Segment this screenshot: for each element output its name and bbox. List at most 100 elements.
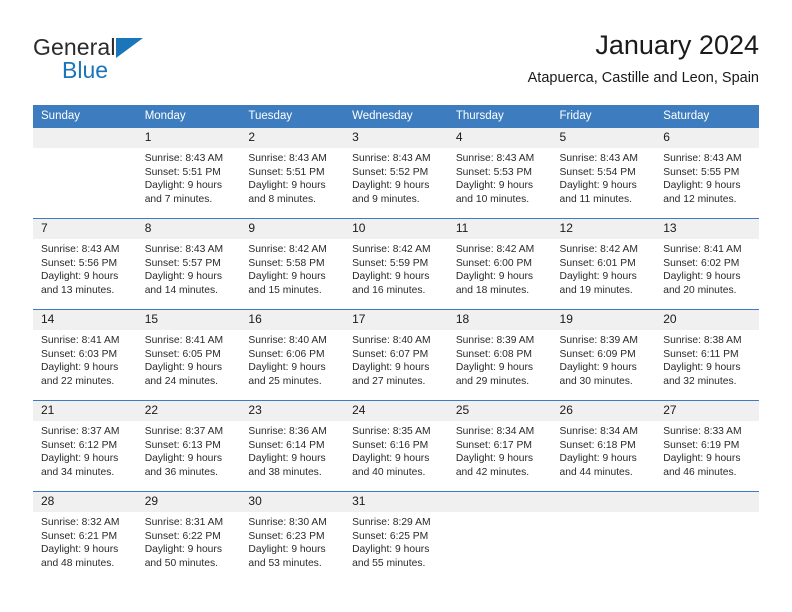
calendar-day-cell[interactable]: 25 Sunrise: 8:34 AM Sunset: 6:17 PM Dayligh… [447,400,552,492]
calendar-day-cell[interactable]: 21 Sunrise: 8:37 AM Sunset: 6:12 PM Dayligh… [33,400,137,492]
day-number: 13 [655,219,759,239]
weekday-header-tuesday: Tuesday [240,105,345,128]
sunset-time: Sunset: 6:00 PM [455,257,532,269]
day-number: 6 [655,128,759,148]
calendar-header-row: Sunday Monday Tuesday Wednesday Thursday… [33,105,759,128]
daylight-duration-line1: Daylight: 9 hours [248,544,326,556]
sunrise-time: Sunrise: 8:39 AM [455,335,535,346]
day-number: 11 [447,219,552,239]
calendar-day-cell[interactable]: 28 Sunrise: 8:32 AM Sunset: 6:21 PM Dayligh… [33,491,137,582]
weekday-header-saturday: Saturday [655,105,759,128]
calendar-day-cell[interactable]: 5 Sunrise: 8:43 AM Sunset: 5:54 PM Daylight… [551,127,656,219]
sunrise-time: Sunrise: 8:42 AM [352,244,431,255]
day-sun-info: Sunrise: 8:41 AM Sunset: 6:05 PM Daylight:… [137,330,241,388]
day-number: 21 [33,401,137,421]
calendar-day-cell[interactable]: 2 Sunrise: 8:43 AM Sunset: 5:51 PM Daylight… [240,127,345,219]
daylight-duration-line2: and 12 minutes. [663,193,737,205]
daylight-duration-line2: and 53 minutes. [248,557,322,569]
sunset-time: Sunset: 6:06 PM [248,348,325,360]
daylight-duration-line2: and 13 minutes. [41,284,115,296]
calendar-day-cell[interactable]: 4 Sunrise: 8:43 AM Sunset: 5:53 PM Daylight… [447,127,552,219]
daylight-duration-line1: Daylight: 9 hours [144,362,222,374]
day-sun-info: Sunrise: 8:39 AM Sunset: 6:08 PM Daylight:… [448,330,552,388]
calendar-day-cell[interactable]: 1 Sunrise: 8:43 AM Sunset: 5:51 PM Daylight… [136,127,241,219]
calendar-day-cell[interactable]: 29 Sunrise: 8:31 AM Sunset: 6:22 PM Dayligh… [136,491,241,582]
daylight-duration-line1: Daylight: 9 hours [248,362,326,374]
calendar-page: General Blue January 2024 Atapuerca, Cas… [0,0,792,612]
calendar-day-cell[interactable]: 3 Sunrise: 8:43 AM Sunset: 5:52 PM Daylight… [344,127,448,219]
sunrise-time: Sunrise: 8:34 AM [559,426,638,437]
calendar-day-cell[interactable]: 23 Sunrise: 8:36 AM Sunset: 6:14 PM Dayligh… [240,400,345,492]
sunrise-time: Sunrise: 8:42 AM [559,244,638,255]
sunrise-time: Sunrise: 8:41 AM [144,335,224,346]
calendar-day-cell[interactable]: 10 Sunrise: 8:42 AM Sunset: 5:59 PM Dayligh… [344,218,448,310]
calendar-day-cell[interactable]: 26 Sunrise: 8:34 AM Sunset: 6:18 PM Dayligh… [551,400,656,492]
calendar-day-cell[interactable]: 20 Sunrise: 8:38 AM Sunset: 6:11 PM Dayligh… [655,309,759,401]
day-sun-info: Sunrise: 8:34 AM Sunset: 6:17 PM Daylight:… [448,421,552,479]
calendar-day-cell[interactable]: 24 Sunrise: 8:35 AM Sunset: 6:16 PM Dayligh… [344,400,448,492]
daylight-duration-line1: Daylight: 9 hours [352,544,430,556]
day-number [33,128,137,148]
daylight-duration-line1: Daylight: 9 hours [663,453,741,465]
daylight-duration-line2: and 14 minutes. [144,284,218,296]
daylight-duration-line2: and 11 minutes. [559,193,633,205]
day-sun-info: Sunrise: 8:43 AM Sunset: 5:54 PM Daylight:… [552,148,656,206]
sunset-time: Sunset: 5:57 PM [144,257,221,269]
sunset-time: Sunset: 6:21 PM [41,530,118,542]
sunset-time: Sunset: 5:59 PM [352,257,429,269]
day-sun-info: Sunrise: 8:41 AM Sunset: 6:02 PM Daylight:… [655,239,759,297]
calendar-day-cell[interactable]: 30 Sunrise: 8:30 AM Sunset: 6:23 PM Dayligh… [240,491,345,582]
daylight-duration-line1: Daylight: 9 hours [352,180,430,192]
sunset-time: Sunset: 6:09 PM [559,348,636,360]
calendar-cell-empty [447,491,552,582]
sunset-time: Sunset: 5:58 PM [248,257,325,269]
calendar-day-cell[interactable]: 11 Sunrise: 8:42 AM Sunset: 6:00 PM Dayligh… [447,218,552,310]
day-sun-info: Sunrise: 8:36 AM Sunset: 6:14 PM Daylight:… [240,421,344,479]
sunrise-time: Sunrise: 8:43 AM [144,244,224,255]
daylight-duration-line1: Daylight: 9 hours [41,271,119,283]
calendar-day-cell[interactable]: 9 Sunrise: 8:42 AM Sunset: 5:58 PM Daylight… [240,218,345,310]
calendar-day-cell[interactable]: 6 Sunrise: 8:43 AM Sunset: 5:55 PM Daylight… [655,127,759,219]
sunset-time: Sunset: 6:25 PM [352,530,429,542]
day-number [447,492,552,512]
daylight-duration-line2: and 19 minutes. [559,284,633,296]
calendar-day-cell[interactable]: 15 Sunrise: 8:41 AM Sunset: 6:05 PM Dayligh… [136,309,241,401]
weekday-header-friday: Friday [551,105,656,128]
calendar-day-cell[interactable]: 8 Sunrise: 8:43 AM Sunset: 5:57 PM Daylight… [136,218,241,310]
sunrise-time: Sunrise: 8:39 AM [559,335,638,346]
title-block: January 2024 Atapuerca, Castille and Leo… [528,28,759,89]
daylight-duration-line2: and 38 minutes. [248,466,322,478]
daylight-duration-line2: and 7 minutes. [144,193,213,205]
calendar-week-row: 1 Sunrise: 8:43 AM Sunset: 5:51 PM Daylight… [33,127,759,219]
sunset-time: Sunset: 5:54 PM [559,166,636,178]
daylight-duration-line2: and 44 minutes. [559,466,633,478]
calendar-day-cell[interactable]: 13 Sunrise: 8:41 AM Sunset: 6:02 PM Dayligh… [655,218,759,310]
calendar-day-cell[interactable]: 19 Sunrise: 8:39 AM Sunset: 6:09 PM Dayligh… [551,309,656,401]
calendar-day-cell[interactable]: 18 Sunrise: 8:39 AM Sunset: 6:08 PM Dayligh… [447,309,552,401]
calendar-day-cell[interactable]: 16 Sunrise: 8:40 AM Sunset: 6:06 PM Dayligh… [240,309,345,401]
calendar-day-cell[interactable]: 7 Sunrise: 8:43 AM Sunset: 5:56 PM Daylight… [33,218,137,310]
calendar-day-cell[interactable]: 31 Sunrise: 8:29 AM Sunset: 6:25 PM Dayligh… [344,491,448,582]
daylight-duration-line2: and 24 minutes. [144,375,218,387]
calendar-day-cell[interactable]: 14 Sunrise: 8:41 AM Sunset: 6:03 PM Dayligh… [33,309,137,401]
calendar-day-cell[interactable]: 27 Sunrise: 8:33 AM Sunset: 6:19 PM Dayligh… [655,400,759,492]
day-sun-info: Sunrise: 8:39 AM Sunset: 6:09 PM Daylight:… [552,330,656,388]
sunset-time: Sunset: 6:03 PM [41,348,118,360]
sunrise-time: Sunrise: 8:43 AM [663,153,742,164]
sunset-time: Sunset: 6:18 PM [559,439,636,451]
daylight-duration-line2: and 42 minutes. [455,466,530,478]
daylight-duration-line2: and 46 minutes. [663,466,737,478]
calendar-day-cell[interactable]: 17 Sunrise: 8:40 AM Sunset: 6:07 PM Dayligh… [344,309,448,401]
sunrise-time: Sunrise: 8:41 AM [663,244,742,255]
calendar-day-cell[interactable]: 12 Sunrise: 8:42 AM Sunset: 6:01 PM Dayligh… [551,218,656,310]
logo-text-blue: Blue [62,57,109,83]
sunrise-time: Sunrise: 8:43 AM [41,244,120,255]
sunrise-sunset-calendar: Sunday Monday Tuesday Wednesday Thursday… [33,105,759,582]
sunset-time: Sunset: 6:14 PM [248,439,325,451]
daylight-duration-line2: and 15 minutes. [248,284,322,296]
weekday-header-monday: Monday [136,105,241,128]
calendar-day-cell[interactable]: 22 Sunrise: 8:37 AM Sunset: 6:13 PM Dayligh… [136,400,241,492]
sunset-time: Sunset: 6:11 PM [663,348,739,360]
day-number: 28 [33,492,137,512]
sunrise-time: Sunrise: 8:32 AM [41,517,120,528]
